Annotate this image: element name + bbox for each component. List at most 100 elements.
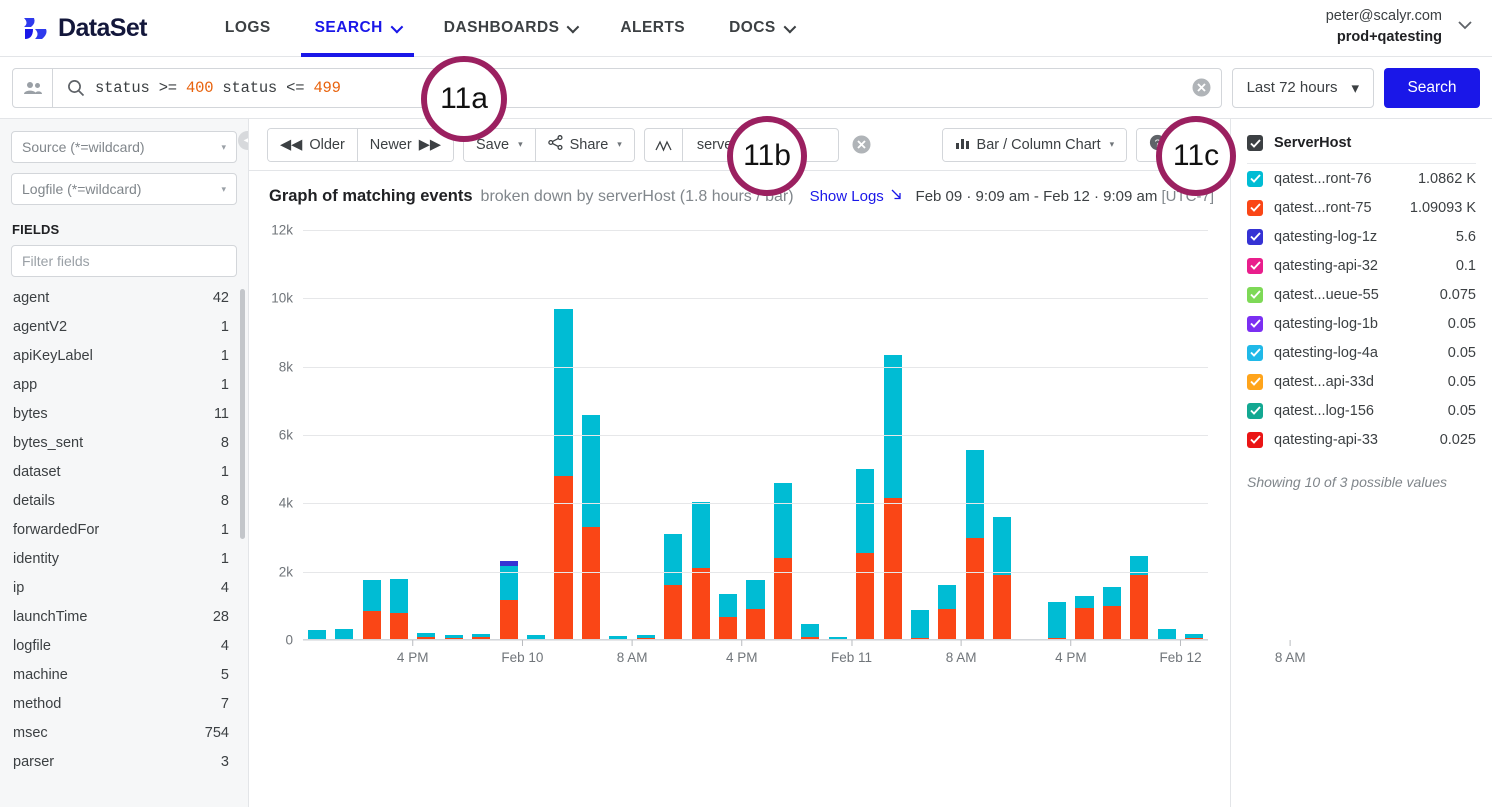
chart-gridline (303, 435, 1208, 436)
field-row[interactable]: identity 1 (11, 544, 237, 573)
chart-bar[interactable] (965, 450, 984, 640)
chart-bar[interactable] (499, 561, 518, 640)
nav-item-docs[interactable]: DOCS (707, 0, 815, 57)
x-axis-tick-mark (850, 640, 852, 646)
chart-bar[interactable] (856, 469, 875, 640)
chart-bar-segment (389, 579, 409, 614)
field-row[interactable]: machine 5 (11, 660, 237, 689)
chart-bar[interactable] (883, 354, 902, 640)
share-label: Share (569, 136, 609, 153)
legend-checkbox[interactable] (1247, 286, 1263, 303)
field-row[interactable]: msec 754 (11, 718, 237, 747)
collapse-sidebar-button[interactable]: ◀ (238, 131, 248, 150)
legend-item[interactable]: qatesting-log-1z 5.6 (1247, 222, 1476, 251)
chart-type-selector[interactable]: Bar / Column Chart ▾ (942, 128, 1127, 161)
legend-checkbox[interactable] (1247, 431, 1263, 448)
field-row[interactable]: dataset 1 (11, 457, 237, 486)
breakdown-icon[interactable] (645, 128, 683, 161)
field-row[interactable]: bytes_sent 8 (11, 428, 237, 457)
legend-checkbox[interactable] (1247, 373, 1263, 390)
chart-bar-segment (910, 609, 930, 638)
chart-bar[interactable] (389, 579, 409, 640)
show-logs-link[interactable]: Show Logs (810, 188, 903, 205)
chart-bar[interactable] (910, 609, 930, 640)
filter-fields-input[interactable] (11, 245, 237, 277)
chart-bar[interactable] (1130, 556, 1149, 640)
field-row[interactable]: ip 4 (11, 573, 237, 602)
legend-checkbox[interactable] (1247, 228, 1263, 245)
time-range-selector[interactable]: Last 72 hours ▾ (1231, 67, 1374, 108)
x-axis-tick-mark (631, 640, 633, 646)
select-all-checkbox[interactable] (1247, 135, 1263, 151)
chart-bar[interactable] (938, 585, 957, 640)
field-row[interactable]: forwardedFor 1 (11, 515, 237, 544)
legend-checkbox[interactable] (1247, 199, 1263, 216)
legend-item[interactable]: qatesting-api-33 0.025 (1247, 425, 1476, 454)
field-row[interactable]: logfile 4 (11, 631, 237, 660)
nav-item-dashboards[interactable]: DASHBOARDS (422, 0, 599, 57)
x-axis-tick-mark (412, 640, 414, 646)
legend-label: qatest...ront-75 (1274, 199, 1372, 216)
field-row[interactable]: launchTime 28 (11, 602, 237, 631)
field-row[interactable]: parser 3 (11, 747, 237, 776)
remove-facet-icon[interactable] (852, 135, 871, 154)
legend-label: qatesting-api-32 (1274, 257, 1378, 274)
chart-bar-segment (1048, 602, 1067, 638)
legend-item[interactable]: qatest...ront-76 1.0862 K (1247, 164, 1476, 193)
chart-bar[interactable] (1075, 595, 1094, 640)
chart-bar-segment (993, 517, 1012, 576)
source-filter-select[interactable]: Source (*=wildcard) ▾ (11, 131, 237, 163)
shared-users-icon[interactable] (13, 68, 53, 107)
chevron-down-icon[interactable] (1456, 18, 1474, 36)
x-axis-tick: 4 PM (1055, 640, 1087, 665)
chart-bar[interactable] (801, 623, 820, 640)
chevron-down-icon (390, 20, 404, 33)
field-row[interactable]: bytes 11 (11, 399, 237, 428)
chart-bar[interactable] (746, 580, 765, 640)
legend-checkbox[interactable] (1247, 315, 1263, 332)
sidebar-scrollbar[interactable] (240, 289, 245, 539)
legend-item[interactable]: qatest...api-33d 0.05 (1247, 367, 1476, 396)
logfile-filter-select[interactable]: Logfile (*=wildcard) ▾ (11, 173, 237, 205)
legend-checkbox[interactable] (1247, 344, 1263, 361)
nav-item-alerts[interactable]: ALERTS (598, 0, 707, 57)
chart-bar[interactable] (362, 580, 381, 640)
legend-item[interactable]: qatest...ueue-55 0.075 (1247, 280, 1476, 309)
chart-bar[interactable] (1102, 586, 1121, 640)
chart-bar[interactable] (581, 414, 600, 640)
field-row[interactable]: apiKeyLabel 1 (11, 341, 237, 370)
chart-bar[interactable] (1048, 602, 1067, 640)
legend-checkbox[interactable] (1247, 170, 1263, 187)
field-row[interactable]: agentV2 1 (11, 312, 237, 341)
y-axis-tick-label: 6k (278, 427, 293, 443)
newer-icon: ▶▶ (418, 136, 441, 153)
older-button[interactable]: ◀◀ Older (268, 128, 357, 161)
nav-item-search[interactable]: SEARCH (293, 0, 422, 57)
clear-search-icon[interactable] (1192, 78, 1211, 97)
search-input[interactable]: status >= 400 status <= 499 (95, 79, 341, 97)
legend-checkbox[interactable] (1247, 257, 1263, 274)
legend-item[interactable]: qatesting-log-4a 0.05 (1247, 338, 1476, 367)
brand-logo-area[interactable]: DataSet (22, 14, 148, 43)
field-row[interactable]: agent 42 (11, 283, 237, 312)
search-box[interactable]: status >= 400 status <= 499 (12, 67, 1222, 108)
share-button[interactable]: Share ▾ (534, 128, 634, 161)
legend-item[interactable]: qatest...ront-75 1.09093 K (1247, 193, 1476, 222)
chart-plot[interactable]: 0 2k 4k 6k 8k 10k 12k (271, 223, 1208, 648)
x-axis-tick: Feb 10 (501, 640, 543, 665)
account-menu[interactable]: peter@scalyr.com prod+qatesting (1326, 6, 1474, 48)
chart-bar[interactable] (718, 594, 738, 640)
nav-item-logs[interactable]: LOGS (203, 0, 293, 57)
legend-item[interactable]: qatest...log-156 0.05 (1247, 396, 1476, 425)
field-row[interactable]: method 7 (11, 689, 237, 718)
chart-bar[interactable] (773, 482, 792, 640)
chart-bar[interactable] (664, 534, 683, 640)
legend-checkbox[interactable] (1247, 402, 1263, 419)
chart-bar[interactable] (993, 517, 1012, 640)
legend-item[interactable]: qatesting-log-1b 0.05 (1247, 309, 1476, 338)
field-row[interactable]: details 8 (11, 486, 237, 515)
search-button[interactable]: Search (1384, 67, 1480, 108)
legend-item[interactable]: qatesting-api-32 0.1 (1247, 251, 1476, 280)
field-row[interactable]: app 1 (11, 370, 237, 399)
chart-bar[interactable] (554, 308, 573, 640)
